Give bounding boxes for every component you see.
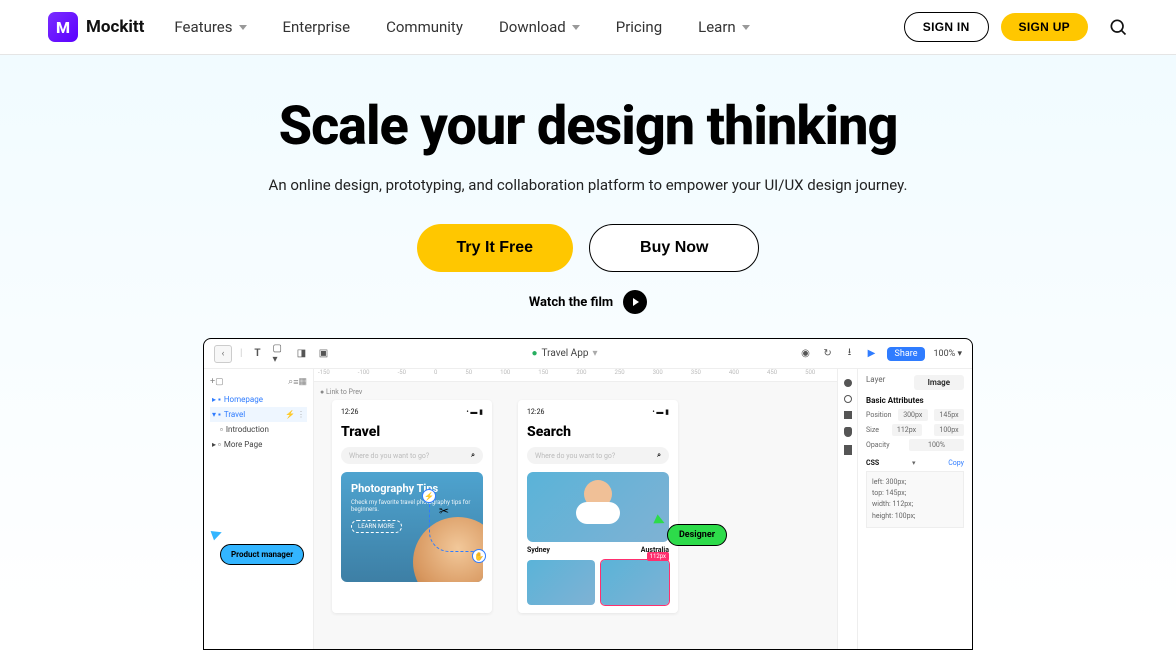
component-tool-icon[interactable]: ◨ <box>294 347 308 361</box>
thumbnail[interactable] <box>527 560 595 605</box>
link-prev-label[interactable]: ● Link to Prev <box>314 382 837 396</box>
nav-community[interactable]: Community <box>386 18 463 36</box>
page-travel[interactable]: ▾ ▪ Travel⚡ ⋮ <box>210 407 307 422</box>
canvas[interactable]: -150-100-5005010015020025030035040045050… <box>314 369 837 649</box>
learn-more-button[interactable]: LEARN MORE <box>351 520 402 533</box>
destination-card[interactable] <box>527 472 669 542</box>
download-icon[interactable]: ⭳ <box>843 347 857 361</box>
person-image <box>584 480 612 508</box>
pos-x-input[interactable]: 300px <box>898 409 928 421</box>
watch-film-button[interactable]: Watch the film <box>0 290 1176 314</box>
history-icon[interactable]: ↻ <box>821 347 835 361</box>
grid-view-icon[interactable]: ▦ <box>298 377 307 388</box>
nav-pricing[interactable]: Pricing <box>616 18 662 36</box>
watch-film-label: Watch the film <box>529 295 613 310</box>
search-icon[interactable] <box>1108 17 1128 37</box>
chevron-down-icon <box>742 25 750 30</box>
pos-y-input[interactable]: 145px <box>934 409 964 421</box>
logo[interactable]: M Mockitt <box>48 12 144 42</box>
chevron-down-icon <box>239 25 247 30</box>
chevron-down-icon <box>572 25 580 30</box>
zoom-level[interactable]: 100% ▾ <box>933 349 962 359</box>
css-output: left: 300px; top: 145px; width: 112px; h… <box>866 471 964 528</box>
tool-icon[interactable] <box>844 411 852 419</box>
opacity-input[interactable]: 100% <box>909 439 964 451</box>
hero-title: Scale your design thinking <box>0 95 1176 158</box>
hero-subtitle: An online design, prototyping, and colla… <box>0 176 1176 194</box>
thumbnail-selected[interactable]: 112px <box>601 560 669 605</box>
tool-icon[interactable] <box>844 395 852 403</box>
signin-button[interactable]: SIGN IN <box>904 12 989 42</box>
main-nav: Features Enterprise Community Download P… <box>174 18 749 36</box>
height-input[interactable]: 100px <box>934 424 964 436</box>
app-toolbar: ‹ | T ▢ ▾ ◨ ▣ ● Travel App ▾ ◉ ↻ ⭳ ▶ Sha… <box>204 339 972 369</box>
search-field[interactable]: Where do you want to go?⌕ <box>341 447 483 464</box>
scissors-icon[interactable]: ✂ <box>439 504 449 518</box>
ruler: -150-100-5005010015020025030035040045050… <box>314 369 837 382</box>
main-header: M Mockitt Features Enterprise Community … <box>0 0 1176 55</box>
nav-enterprise[interactable]: Enterprise <box>283 18 351 36</box>
app-preview: ‹ | T ▢ ▾ ◨ ▣ ● Travel App ▾ ◉ ↻ ⭳ ▶ Sha… <box>203 338 973 650</box>
buy-now-button[interactable]: Buy Now <box>589 224 759 272</box>
page-more[interactable]: ▸ ▫ More Page <box>210 437 307 452</box>
page-homepage[interactable]: ▸ ▪ Homepage <box>210 392 307 407</box>
search-field[interactable]: Where do you want to go?⌕ <box>527 447 669 464</box>
basic-attributes-label: Basic Attributes <box>866 396 964 405</box>
width-input[interactable]: 112px <box>892 424 922 436</box>
screen-title: Travel <box>341 424 483 440</box>
layer-label: Layer <box>866 375 885 390</box>
tool-icon[interactable] <box>844 379 852 387</box>
cursor-icon <box>211 528 224 541</box>
user-icon[interactable]: ◉ <box>799 347 813 361</box>
product-manager-tag: Product manager <box>220 544 304 565</box>
share-button[interactable]: Share <box>887 347 926 361</box>
play-icon <box>623 290 647 314</box>
screen-search[interactable]: 12:26• ▬ ▮ Search Where do you want to g… <box>518 400 678 613</box>
project-name[interactable]: ● Travel App ▾ <box>340 348 788 359</box>
connector-line <box>429 497 474 552</box>
layer-type[interactable]: Image <box>914 375 964 390</box>
pages-panel: + ▢ ⌕ ≡ ▦ ▸ ▪ Homepage ▾ ▪ Travel⚡ ⋮ ▫ I… <box>204 369 314 649</box>
tool-icon[interactable] <box>844 427 852 437</box>
inspector-panel: LayerImage Basic Attributes Position300p… <box>857 369 972 649</box>
folder-icon[interactable]: ▢ <box>215 377 224 388</box>
preview-icon[interactable]: ▶ <box>865 347 879 361</box>
shape-tool-icon[interactable]: ▢ ▾ <box>272 347 286 361</box>
back-button[interactable]: ‹ <box>214 345 232 363</box>
screen-title: Search <box>527 424 669 440</box>
image-tool-icon[interactable]: ▣ <box>316 347 330 361</box>
nav-learn[interactable]: Learn <box>698 18 750 36</box>
tool-icon[interactable] <box>844 445 852 455</box>
text-tool-icon[interactable]: T <box>250 347 264 361</box>
signup-button[interactable]: SIGN UP <box>1001 13 1088 41</box>
copy-css-button[interactable]: Copy <box>948 459 964 467</box>
flow-pin-icon[interactable]: ✋ <box>472 549 486 563</box>
page-introduction[interactable]: ▫ Introduction <box>210 422 307 437</box>
nav-download[interactable]: Download <box>499 18 580 36</box>
size-badge: 112px <box>647 552 669 561</box>
logo-text: Mockitt <box>86 17 144 37</box>
designer-tag: Designer <box>667 524 727 546</box>
workspace: + ▢ ⌕ ≡ ▦ ▸ ▪ Homepage ▾ ▪ Travel⚡ ⋮ ▫ I… <box>204 369 972 649</box>
check-icon: ● <box>531 348 537 359</box>
hero-section: Scale your design thinking An online des… <box>0 55 1176 626</box>
nav-features[interactable]: Features <box>174 18 246 36</box>
try-free-button[interactable]: Try It Free <box>417 224 573 272</box>
flow-pin-icon[interactable]: ⚡ <box>422 489 436 503</box>
logo-icon: M <box>48 12 78 42</box>
tools-rail <box>837 369 857 649</box>
